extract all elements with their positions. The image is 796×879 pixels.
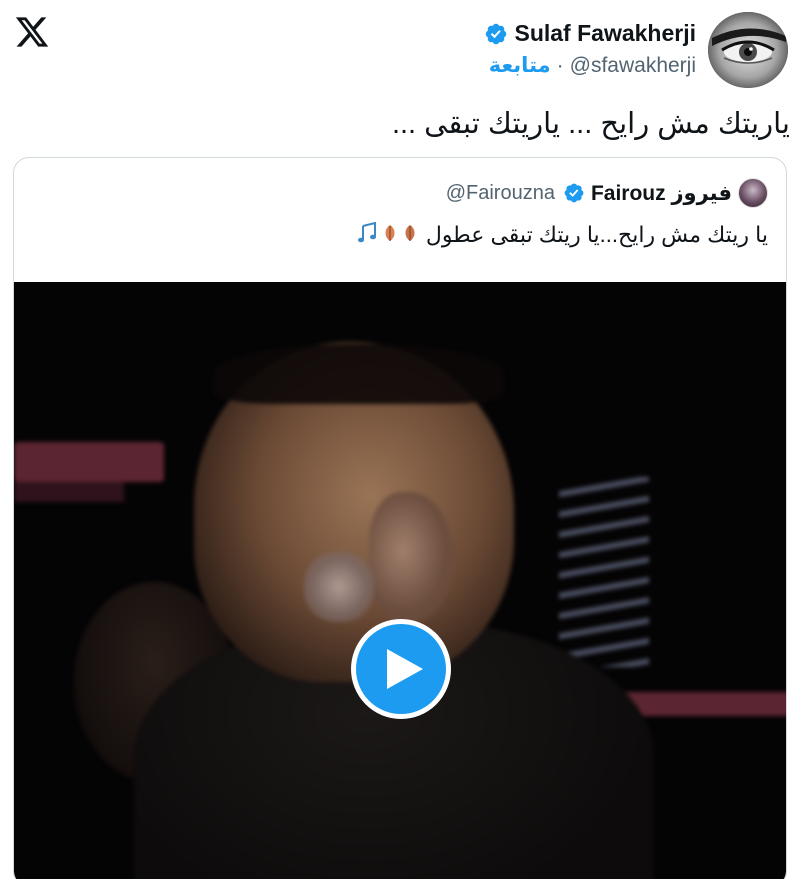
quoted-author-name[interactable]: Fairouz فيروز: [591, 181, 732, 206]
author-handle-row: متابعة · @sfawakherji: [489, 53, 696, 78]
quoted-author-avatar[interactable]: [738, 178, 768, 208]
author-name-row: Sulaf Fawakherji: [484, 20, 696, 47]
fallen-leaf-icon: [400, 223, 420, 249]
musical-notes-icon: [354, 221, 380, 250]
author-text: Sulaf Fawakherji متابعة · @sfawakherji: [484, 12, 696, 78]
follow-button[interactable]: متابعة: [489, 53, 551, 78]
quoted-tweet-card[interactable]: Fairouz فيروز @Fairouzna يا ريتك مش رايح…: [13, 157, 787, 879]
author-avatar[interactable]: [708, 12, 788, 88]
play-button[interactable]: [351, 619, 451, 719]
author-handle[interactable]: @sfawakherji: [570, 54, 696, 78]
play-icon: [387, 649, 423, 689]
tweet-text: ياريتك مش رايح ... ياريتك تبقى ...: [391, 108, 790, 140]
quoted-tweet-text: يا ريتك مش رايح...يا ريتك تبقى عطول: [354, 221, 768, 250]
separator-dot: ·: [556, 53, 564, 77]
verified-badge-icon: [563, 182, 585, 204]
author-header: Sulaf Fawakherji متابعة · @sfawakherji: [484, 12, 788, 88]
author-display-name[interactable]: Sulaf Fawakherji: [514, 20, 696, 47]
video-thumbnail: [14, 282, 786, 879]
tweet-embed: Sulaf Fawakherji متابعة · @sfawakherji ي…: [0, 0, 796, 879]
quoted-tweet-body: يا ريتك مش رايح...يا ريتك تبقى عطول: [425, 222, 768, 247]
x-logo-icon[interactable]: [14, 14, 50, 50]
quoted-tweet-header: Fairouz فيروز @Fairouzna: [446, 178, 768, 208]
verified-badge-icon: [484, 22, 508, 46]
quoted-author-handle[interactable]: @Fairouzna: [446, 182, 555, 205]
fallen-leaf-icon: [380, 223, 400, 249]
video-player[interactable]: [14, 282, 786, 879]
